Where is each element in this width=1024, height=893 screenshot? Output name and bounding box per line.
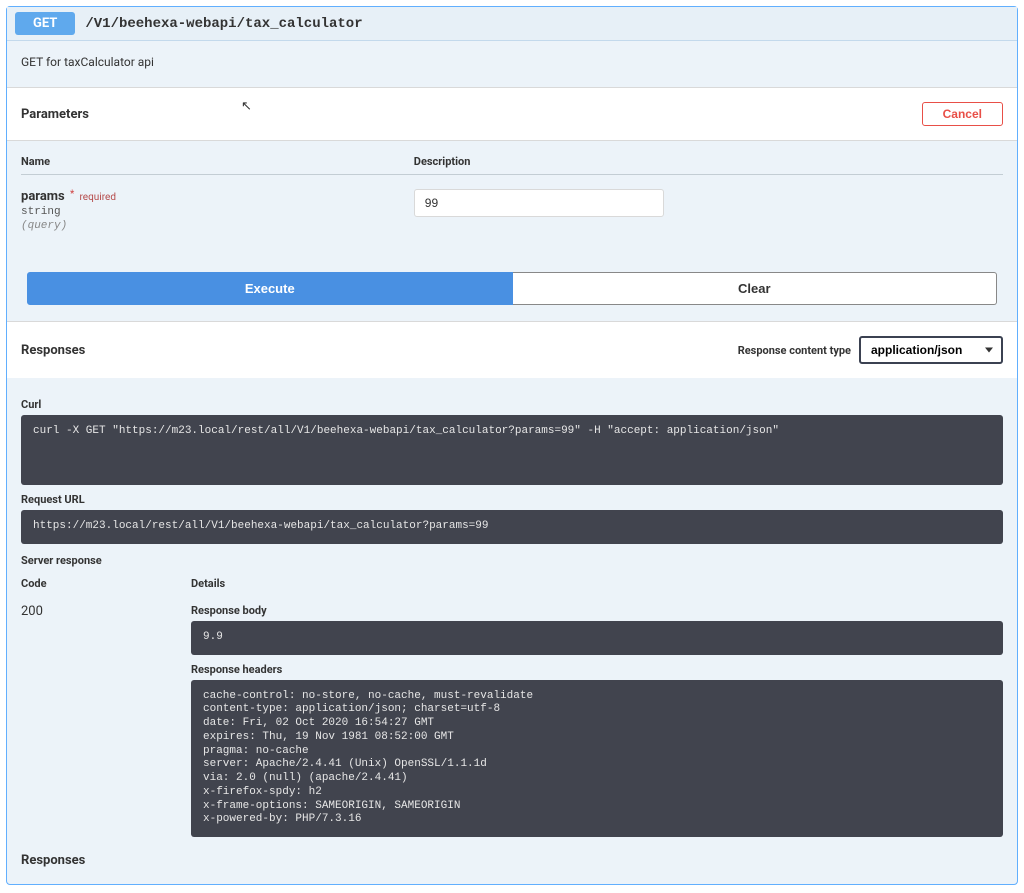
cancel-button[interactable]: Cancel: [922, 102, 1003, 126]
action-buttons: Execute Clear: [7, 256, 1017, 321]
curl-command-box[interactable]: curl -X GET "https://m23.local/rest/all/…: [21, 415, 1003, 485]
parameters-title: Parameters: [21, 107, 89, 122]
request-url-box[interactable]: https://m23.local/rest/all/V1/beehexa-we…: [21, 510, 1003, 544]
response-detail: Response body 9.9 Response headers cache…: [191, 604, 1003, 837]
curl-label: Curl: [21, 398, 1003, 411]
result-block: Curl curl -X GET "https://m23.local/rest…: [7, 378, 1017, 884]
content-type-label: Response content type: [738, 344, 851, 357]
required-star-icon: *: [70, 189, 74, 200]
server-response-label: Server response: [21, 554, 1003, 567]
endpoint-path: /V1/beehexa-webapi/tax_calculator: [85, 16, 362, 32]
endpoint-description: GET for taxCalculator api: [7, 41, 1017, 87]
parameter-name: params: [21, 189, 65, 204]
response-body-box[interactable]: 9.9: [191, 621, 1003, 655]
server-response-head: Code Details: [21, 577, 1003, 590]
parameter-row: params * required string (query): [21, 185, 1003, 252]
col-header-name: Name: [21, 155, 414, 168]
parameter-value-cell: [414, 189, 1003, 217]
parameter-type: string: [21, 206, 414, 218]
http-method-badge: GET: [15, 12, 75, 35]
responses-footer-title: Responses: [21, 853, 1003, 868]
col-header-details: Details: [191, 577, 1003, 590]
server-response-row: 200 Response body 9.9 Response headers c…: [21, 604, 1003, 837]
response-body-label: Response body: [191, 604, 1003, 617]
parameters-section-header: Parameters Cancel: [7, 87, 1017, 141]
request-url-label: Request URL: [21, 493, 1003, 506]
execute-button[interactable]: Execute: [27, 272, 513, 305]
content-type-wrap: Response content type application/json: [738, 336, 1003, 364]
clear-button[interactable]: Clear: [513, 272, 998, 305]
required-label: required: [80, 192, 116, 203]
status-code: 200: [21, 604, 191, 619]
parameter-in: (query): [21, 220, 414, 232]
content-type-select-wrap: application/json: [859, 336, 1003, 364]
parameters-table: Name Description params * required strin…: [7, 141, 1017, 256]
endpoint-header[interactable]: GET /V1/beehexa-webapi/tax_calculator: [7, 7, 1017, 41]
parameter-name-cell: params * required string (query): [21, 189, 414, 232]
col-header-code: Code: [21, 577, 191, 590]
responses-section-header: Responses Response content type applicat…: [7, 321, 1017, 378]
col-header-description: Description: [414, 155, 1003, 168]
params-input[interactable]: [414, 189, 664, 217]
response-headers-box[interactable]: cache-control: no-store, no-cache, must-…: [191, 680, 1003, 838]
response-headers-label: Response headers: [191, 663, 1003, 676]
operation-block: ↖ GET /V1/beehexa-webapi/tax_calculator …: [6, 6, 1018, 885]
parameters-table-head: Name Description: [21, 155, 1003, 175]
content-type-select[interactable]: application/json: [859, 336, 1003, 364]
responses-title: Responses: [21, 343, 85, 358]
